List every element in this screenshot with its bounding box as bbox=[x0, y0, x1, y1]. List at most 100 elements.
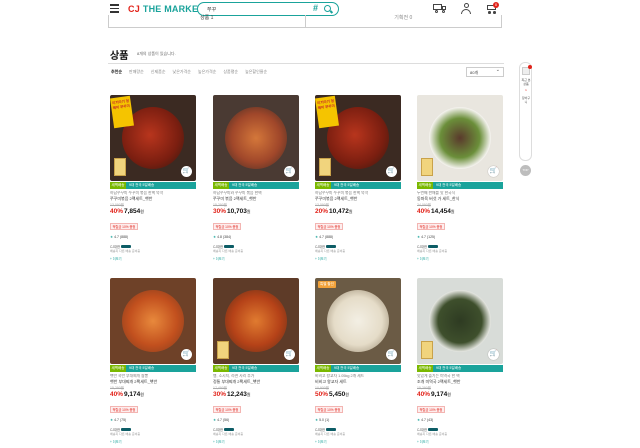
delivery-badge-strip: 새벽배송 9대 전국 5일배송 bbox=[417, 182, 503, 189]
add-to-cart-button[interactable]: 🛒 bbox=[386, 166, 397, 177]
product-package bbox=[421, 341, 433, 359]
hashtag-icon[interactable]: # bbox=[313, 3, 318, 13]
promo-ribbon: 이기타기 정해미 쭈꾸미 bbox=[315, 95, 339, 129]
sort-option[interactable]: 높은가격순 bbox=[198, 69, 216, 75]
nationwide-delivery-badge: 9대 전국 5일배송 bbox=[126, 365, 196, 372]
product-card[interactable]: 🛒 새벽배송 9대 전국 5일배송 하남쭈꾸미와 쭈꾸미 볶음 한팩 쭈꾸미 볶음 2팩… bbox=[213, 95, 299, 261]
product-name[interactable]: 정통 부대찌개 2팩세트_햇반 bbox=[213, 379, 299, 385]
product-image[interactable]: 🛒 bbox=[110, 278, 196, 364]
product-name[interactable]: 동파육 버섯 가 세트_한식 bbox=[417, 196, 503, 202]
more-link[interactable]: + 더보기 bbox=[417, 256, 503, 261]
dawn-delivery-badge: 새벽배송 bbox=[315, 365, 331, 372]
coupon-badge: 적립금 10% 증정 bbox=[213, 406, 241, 413]
dawn-delivery-badge: 새벽배송 bbox=[110, 182, 126, 189]
items-per-page-select[interactable]: 80개 bbox=[466, 67, 504, 77]
sort-option[interactable]: 낮은가격순 bbox=[173, 69, 191, 75]
shipping-label: CJ대한 bbox=[315, 427, 326, 432]
sale-price: 50%5,450원 bbox=[315, 391, 401, 398]
product-card[interactable]: 🛒 새벽배송 9대 전국 5일배송 맛있게 즐기는 미역국 한 팩 조개 미역국 2팩세… bbox=[417, 278, 503, 444]
more-link[interactable]: + 더보기 bbox=[110, 256, 196, 261]
add-to-cart-button[interactable]: 🛒 bbox=[181, 349, 192, 360]
discount-rate: 20% bbox=[315, 208, 329, 215]
recent-label[interactable]: 최근 본 상품 bbox=[521, 78, 531, 86]
search-input[interactable] bbox=[207, 4, 303, 14]
product-card[interactable]: 🛒 새벽배송 9대 전국 5일배송 두번째 판매를 맛 한국식 동파육 버섯 가 세트_… bbox=[417, 95, 503, 261]
nationwide-delivery-badge: 9대 전국 5일배송 bbox=[331, 365, 401, 372]
more-link[interactable]: + 더보기 bbox=[213, 439, 299, 444]
shipping-pill-icon bbox=[121, 245, 132, 249]
price-unit: 원 bbox=[140, 392, 144, 397]
sort-option[interactable]: 판매량순 bbox=[129, 69, 144, 75]
product-card[interactable]: 🛒 새벽배송 9대 전국 5일배송 햇반 쿡반 부대찌개 짬뽕 햇반 부대찌개 2팩세트… bbox=[110, 278, 196, 444]
search-icon[interactable] bbox=[324, 5, 331, 12]
recent-count: 1 bbox=[525, 88, 527, 92]
product-card[interactable]: 특별 할인 🛒 새벽배송 9대 전국 5일배송 비비고 왕교자 1.05kg 2개 세트… bbox=[315, 278, 401, 444]
product-image[interactable]: 🛒 bbox=[213, 278, 299, 364]
rating: ★ 4.7 (43) bbox=[417, 418, 503, 422]
product-image[interactable]: 이기타기 정해미 쭈꾸미 🛒 bbox=[110, 95, 196, 181]
sort-option[interactable]: 추천순 bbox=[111, 69, 122, 75]
side-quick-widget: 최근 본 상품 1 장바구니 bbox=[519, 62, 532, 161]
star-icon: ★ bbox=[315, 234, 319, 239]
delivery-truck-icon[interactable] bbox=[433, 3, 447, 13]
price-unit: 원 bbox=[246, 209, 251, 214]
user-icon[interactable] bbox=[461, 3, 471, 14]
more-link[interactable]: + 더보기 bbox=[315, 256, 401, 261]
coupon-badge: 적립금 10% 증정 bbox=[110, 406, 138, 413]
more-link[interactable]: + 더보기 bbox=[315, 439, 401, 444]
menu-icon[interactable] bbox=[110, 4, 119, 13]
add-to-cart-button[interactable]: 🛒 bbox=[488, 166, 499, 177]
promo-tag: 특별 할인 bbox=[318, 281, 336, 288]
product-name[interactable]: 비비고 왕교자 세트 bbox=[315, 379, 401, 385]
product-name[interactable]: 조개 미역국 2팩세트_햇반 bbox=[417, 379, 503, 385]
product-card[interactable]: 이기타기 정해미 쭈꾸미 🛒 새벽배송 9대 전국 5일배송 하남쭈꾸미 쭈꾸미 볶음 … bbox=[315, 95, 401, 261]
sort-option[interactable]: 높은할인율순 bbox=[245, 69, 267, 75]
food-plate bbox=[429, 290, 491, 352]
product-image[interactable]: 🛒 bbox=[417, 278, 503, 364]
discount-rate: 40% bbox=[110, 208, 124, 215]
product-name[interactable]: 쭈꾸미볶음 2팩세트_햇반 bbox=[315, 196, 401, 202]
product-image[interactable]: 이기타기 정해미 쭈꾸미 🛒 bbox=[315, 95, 401, 181]
sale-price: 30%12,243원 bbox=[213, 391, 299, 398]
price-unit: 원 bbox=[450, 209, 455, 214]
product-card[interactable]: 이기타기 정해미 쭈꾸미 🛒 새벽배송 9대 전국 5일배송 하남쭈꾸미 쭈꾸미 볶음 … bbox=[110, 95, 196, 261]
scroll-top-button[interactable]: TOP bbox=[520, 165, 531, 176]
shipping-pill-icon bbox=[428, 428, 439, 432]
sort-option[interactable]: 신제품순 bbox=[151, 69, 166, 75]
price-unit: 원 bbox=[246, 392, 251, 397]
add-to-cart-button[interactable]: 🛒 bbox=[181, 166, 192, 177]
more-link[interactable]: + 더보기 bbox=[417, 439, 503, 444]
product-name[interactable]: 쭈꾸미볶음 2팩세트_햇반 bbox=[110, 196, 196, 202]
product-image[interactable]: 🛒 bbox=[417, 95, 503, 181]
side-cart-label[interactable]: 장바구니 bbox=[521, 96, 531, 104]
site-logo[interactable]: CJ THE MARKET bbox=[128, 4, 204, 14]
section-title: 상품 bbox=[110, 51, 129, 62]
product-name[interactable]: 쭈꾸미 볶음 2팩세트_햇반 bbox=[213, 196, 299, 202]
shipping-label: CJ대한 bbox=[213, 244, 224, 249]
nationwide-delivery-badge: 9대 전국 5일배송 bbox=[331, 182, 401, 189]
more-link[interactable]: + 더보기 bbox=[213, 256, 299, 261]
shipping-info: CJ대한 bbox=[315, 427, 401, 432]
price-value: 5,450 bbox=[329, 391, 346, 398]
product-package bbox=[421, 158, 433, 176]
tab-exhibitions[interactable]: 기획전 0 bbox=[306, 15, 502, 27]
more-link[interactable]: + 더보기 bbox=[110, 439, 196, 444]
tab-products[interactable]: 상품 1 bbox=[109, 15, 306, 27]
add-to-cart-button[interactable]: 🛒 bbox=[488, 349, 499, 360]
sale-price: 40%9,174원 bbox=[417, 391, 503, 398]
add-to-cart-button[interactable]: 🛒 bbox=[386, 349, 397, 360]
delivery-badge-strip: 새벽배송 9대 전국 5일배송 bbox=[110, 365, 196, 372]
product-image[interactable]: 🛒 bbox=[213, 95, 299, 181]
product-image[interactable]: 특별 할인 🛒 bbox=[315, 278, 401, 364]
rating-value: 4.7 (75) bbox=[114, 417, 127, 422]
result-tabs: 상품 1 기획전 0 bbox=[108, 15, 502, 28]
food-plate bbox=[225, 290, 287, 352]
sort-option[interactable]: 상품평순 bbox=[223, 69, 238, 75]
add-to-cart-button[interactable]: 🛒 bbox=[284, 349, 295, 360]
add-to-cart-button[interactable]: 🛒 bbox=[284, 166, 295, 177]
dawn-delivery-badge: 새벽배송 bbox=[213, 182, 229, 189]
dawn-delivery-badge: 새벽배송 bbox=[417, 365, 433, 372]
shipping-info: CJ대한 bbox=[110, 244, 196, 249]
product-card[interactable]: 🛒 새벽배송 9대 전국 5일배송 햄, 소시지, 라면 사리 추가 정통 부대찌개 2… bbox=[213, 278, 299, 444]
product-name[interactable]: 햇반 부대찌개 2팩세트_햇반 bbox=[110, 379, 196, 385]
